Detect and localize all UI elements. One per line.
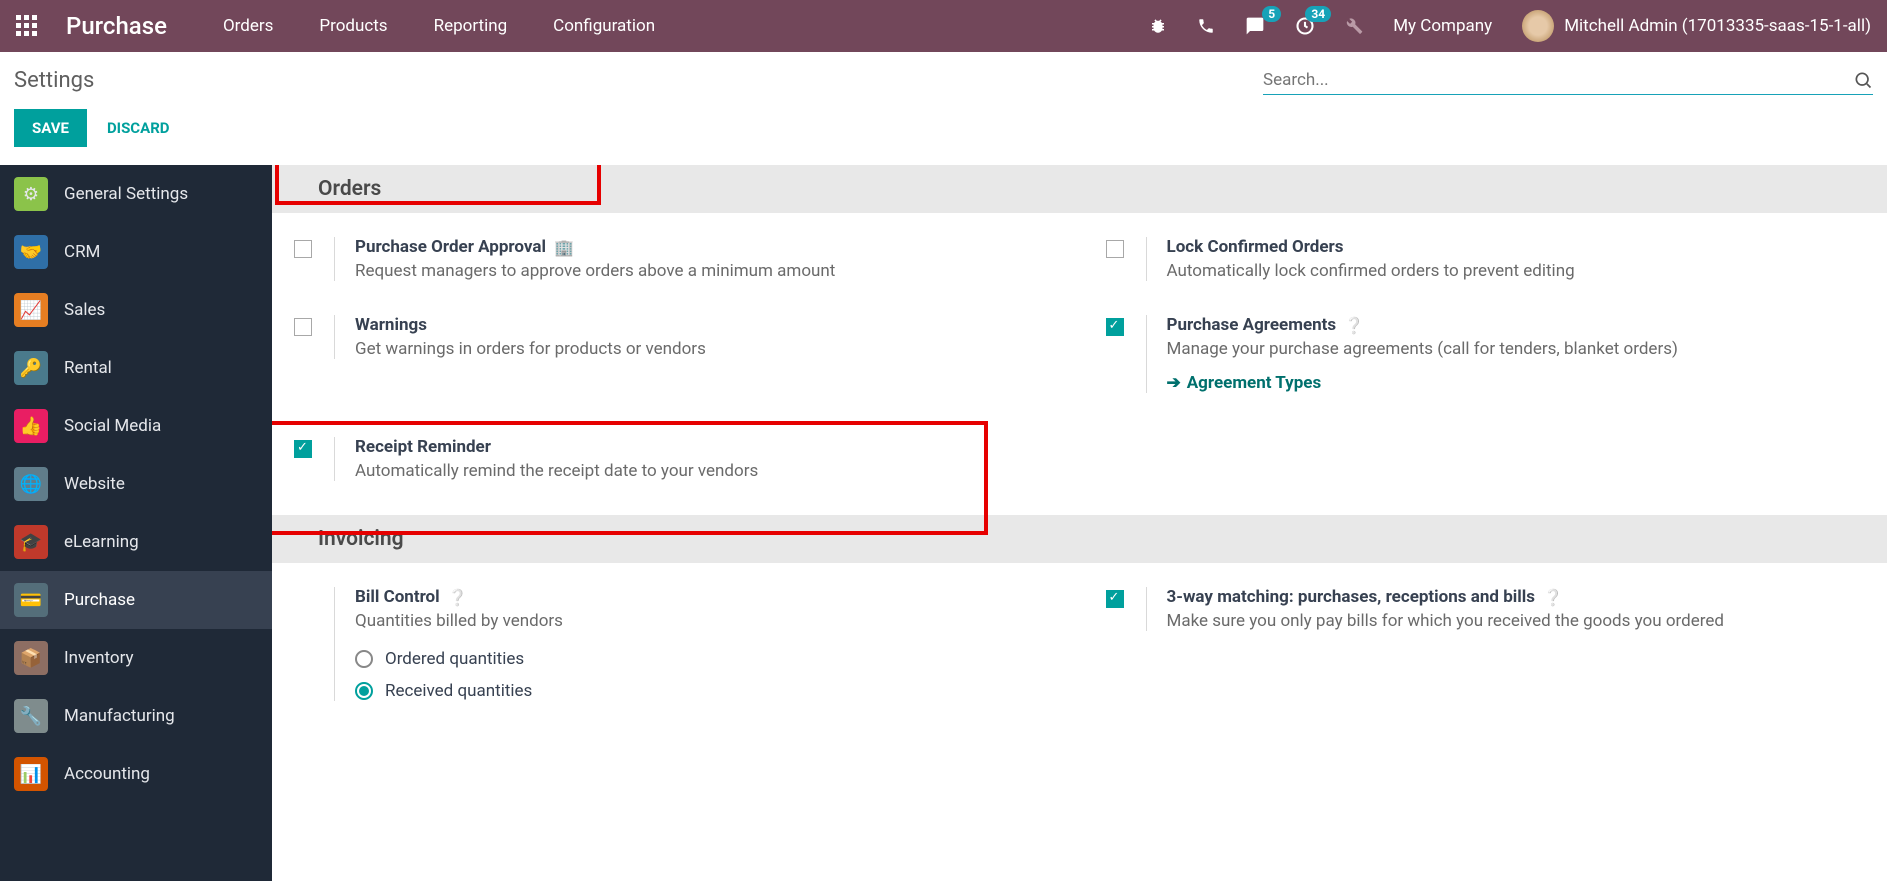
sidebar-item-sales[interactable]: 📈Sales (0, 281, 272, 339)
sidebar-item-label: Website (64, 474, 125, 494)
page-title: Settings (14, 68, 94, 93)
sidebar-item-label: eLearning (64, 532, 139, 552)
nav-menu-products[interactable]: Products (319, 16, 387, 36)
company-name[interactable]: My Company (1393, 16, 1492, 36)
sidebar-item-label: Rental (64, 358, 112, 378)
setting-purchase-order-approval: Purchase Order Approval 🏢 Request manager… (294, 237, 1066, 281)
setting-desc: Make sure you only pay bills for which y… (1167, 611, 1878, 631)
activity-badge: 34 (1305, 6, 1331, 22)
setting-desc: Automatically lock confirmed orders to p… (1167, 261, 1878, 281)
section-header-orders: Orders (272, 165, 1887, 213)
help-icon[interactable]: ❔ (448, 588, 468, 607)
setting-warnings: Warnings Get warnings in orders for prod… (294, 315, 1066, 359)
setting-receipt-reminder: Receipt Reminder Automatically remind th… (294, 437, 1066, 481)
sidebar-item-accounting[interactable]: 📊Accounting (0, 745, 272, 803)
sidebar-item-website[interactable]: 🌐Website (0, 455, 272, 513)
section-header-invoicing: Invoicing (272, 515, 1887, 563)
search-wrap (1263, 66, 1873, 95)
control-bar: Settings (0, 52, 1887, 95)
sidebar-item-label: Social Media (64, 416, 161, 436)
setting-three-way-matching: 3-way matching: purchases, receptions an… (1106, 587, 1878, 631)
bug-icon[interactable] (1149, 17, 1167, 35)
sidebar-item-label: Accounting (64, 764, 150, 784)
setting-desc: Manage your purchase agreements (call fo… (1167, 339, 1878, 359)
agreement-types-link[interactable]: ➔ Agreement Types (1167, 373, 1878, 393)
radio-ordered-quantities[interactable] (355, 650, 373, 668)
radio-received-quantities[interactable] (355, 682, 373, 700)
radio-label: Received quantities (385, 681, 532, 701)
discard-button[interactable]: DISCARD (107, 119, 170, 137)
sidebar-item-social-media[interactable]: 👍Social Media (0, 397, 272, 455)
arrow-right-icon: ➔ (1167, 373, 1181, 393)
top-nav: Purchase Orders Products Reporting Confi… (0, 0, 1887, 52)
sidebar-item-purchase[interactable]: 💳Purchase (0, 571, 272, 629)
nav-menu-configuration[interactable]: Configuration (553, 16, 655, 36)
user-menu[interactable]: Mitchell Admin (17013335-saas-15-1-all) (1522, 10, 1871, 42)
setting-bill-control: Bill Control ❔ Quantities billed by vend… (294, 587, 1066, 701)
sidebar-item-label: CRM (64, 242, 100, 262)
setting-desc: Automatically remind the receipt date to… (355, 461, 1066, 481)
settings-sidebar: ⚙General Settings 🤝CRM 📈Sales 🔑Rental 👍S… (0, 165, 272, 881)
sidebar-item-crm[interactable]: 🤝CRM (0, 223, 272, 281)
sidebar-item-label: Sales (64, 300, 105, 320)
settings-main: Orders Purchase Order Approval 🏢 Request … (272, 165, 1887, 881)
phone-icon[interactable] (1197, 17, 1215, 35)
radio-label: Ordered quantities (385, 649, 524, 669)
checkbox-purchase-order-approval[interactable] (294, 240, 312, 258)
setting-title: Lock Confirmed Orders (1167, 237, 1878, 257)
sidebar-item-label: Inventory (64, 648, 134, 668)
sidebar-item-label: Manufacturing (64, 706, 175, 726)
help-icon[interactable]: ❔ (1344, 316, 1364, 335)
save-button[interactable]: SAVE (14, 109, 87, 147)
setting-title: Warnings (355, 315, 1066, 335)
nav-menu-orders[interactable]: Orders (223, 16, 273, 36)
messages-badge: 5 (1262, 6, 1281, 22)
building-icon: 🏢 (554, 238, 574, 257)
nav-menu: Orders Products Reporting Configuration (223, 16, 655, 36)
avatar (1522, 10, 1554, 42)
setting-desc: Get warnings in orders for products or v… (355, 339, 1066, 359)
search-input[interactable] (1263, 70, 1853, 90)
setting-title: Receipt Reminder (355, 437, 1066, 457)
nav-menu-reporting[interactable]: Reporting (434, 16, 508, 36)
setting-title: Bill Control (355, 587, 440, 607)
checkbox-warnings[interactable] (294, 318, 312, 336)
activity-icon[interactable]: 34 (1295, 16, 1315, 36)
checkbox-lock-confirmed[interactable] (1106, 240, 1124, 258)
sidebar-item-manufacturing[interactable]: 🔧Manufacturing (0, 687, 272, 745)
search-icon[interactable] (1853, 70, 1873, 90)
setting-title: Purchase Order Approval (355, 237, 546, 257)
help-icon[interactable]: ❔ (1543, 588, 1563, 607)
setting-desc: Request managers to approve orders above… (355, 261, 1066, 281)
sidebar-item-label: General Settings (64, 184, 188, 204)
setting-title: Purchase Agreements (1167, 315, 1337, 335)
sidebar-item-label: Purchase (64, 590, 135, 610)
setting-purchase-agreements: Purchase Agreements ❔ Manage your purcha… (1106, 315, 1878, 393)
button-bar: SAVE DISCARD (0, 95, 1887, 165)
checkbox-three-way-matching[interactable] (1106, 590, 1124, 608)
messages-icon[interactable]: 5 (1245, 16, 1265, 36)
nav-right: 5 34 My Company Mitchell Admin (17013335… (1149, 10, 1871, 42)
tools-icon[interactable] (1345, 17, 1363, 35)
sidebar-item-rental[interactable]: 🔑Rental (0, 339, 272, 397)
user-name: Mitchell Admin (17013335-saas-15-1-all) (1564, 16, 1871, 36)
setting-desc: Quantities billed by vendors (355, 611, 1066, 631)
checkbox-purchase-agreements[interactable] (1106, 318, 1124, 336)
sidebar-item-inventory[interactable]: 📦Inventory (0, 629, 272, 687)
sidebar-item-general-settings[interactable]: ⚙General Settings (0, 165, 272, 223)
setting-title: 3-way matching: purchases, receptions an… (1167, 587, 1535, 607)
brand-title[interactable]: Purchase (66, 12, 167, 40)
checkbox-receipt-reminder[interactable] (294, 440, 312, 458)
sidebar-item-elearning[interactable]: 🎓eLearning (0, 513, 272, 571)
setting-lock-confirmed-orders: Lock Confirmed Orders Automatically lock… (1106, 237, 1878, 281)
apps-icon[interactable] (16, 15, 38, 37)
